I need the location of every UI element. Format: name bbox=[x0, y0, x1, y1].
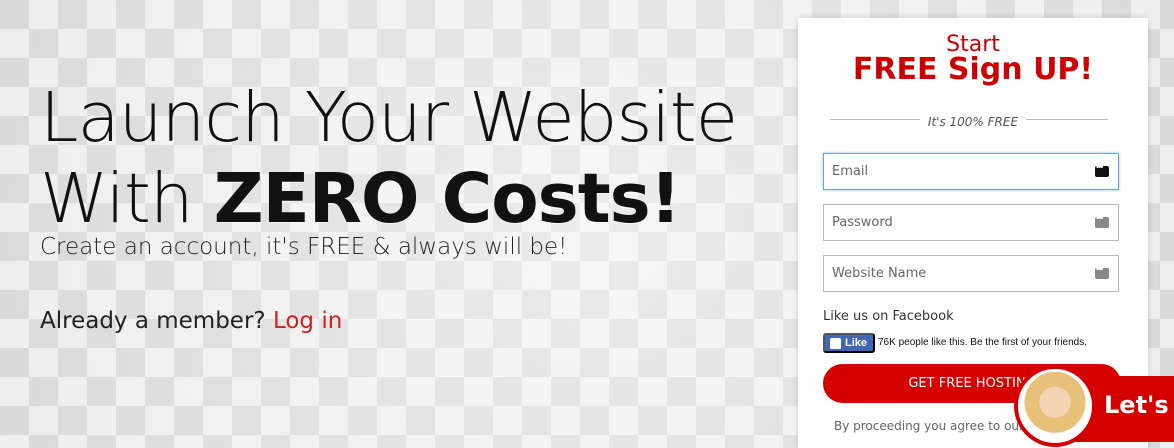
signup-title: FREE Sign UP! bbox=[852, 52, 1094, 87]
headline-exclamation: ! bbox=[649, 159, 681, 239]
login-link[interactable]: Log in bbox=[273, 308, 342, 334]
facebook-label: Like us on Facebook bbox=[823, 309, 954, 324]
headline-line-1: Launch Your Website bbox=[40, 78, 738, 158]
website-name-input[interactable] bbox=[824, 256, 1082, 291]
chat-avatar[interactable] bbox=[1014, 365, 1096, 447]
password-manager-icon[interactable] bbox=[1095, 213, 1109, 228]
member-text: Already a member? bbox=[40, 308, 266, 334]
email-field[interactable] bbox=[823, 153, 1119, 190]
headline-emphasis: ZERO Costs bbox=[213, 159, 651, 239]
password-input[interactable] bbox=[824, 205, 1082, 240]
like-label: Like bbox=[845, 337, 868, 349]
page-title: Launch Your Website With ZERO Costs! bbox=[40, 78, 760, 240]
facebook-like-count: 76K people like this. Be the first of yo… bbox=[878, 337, 1087, 348]
headline-line-2-prefix: With bbox=[40, 159, 214, 239]
hero-headline-block: Launch Your Website With ZERO Costs! bbox=[40, 78, 760, 240]
password-manager-icon[interactable] bbox=[1095, 264, 1109, 279]
password-field[interactable] bbox=[823, 204, 1119, 241]
website-name-field[interactable] bbox=[823, 255, 1119, 292]
password-manager-icon[interactable] bbox=[1095, 162, 1109, 177]
chat-label[interactable]: Let's bbox=[1104, 391, 1169, 419]
free-divider: It's 100% FREE bbox=[798, 113, 1148, 131]
member-prompt: Already a member? Log in bbox=[40, 308, 342, 334]
email-input[interactable] bbox=[824, 154, 1082, 189]
terms-text: By proceeding you agree to our bbox=[834, 419, 1024, 433]
thumbs-up-icon bbox=[830, 337, 841, 349]
facebook-like-button[interactable]: Like bbox=[823, 333, 876, 353]
free-note: It's 100% FREE bbox=[919, 115, 1027, 129]
hero-subtitle: Create an account, it's FREE & always wi… bbox=[40, 234, 568, 260]
